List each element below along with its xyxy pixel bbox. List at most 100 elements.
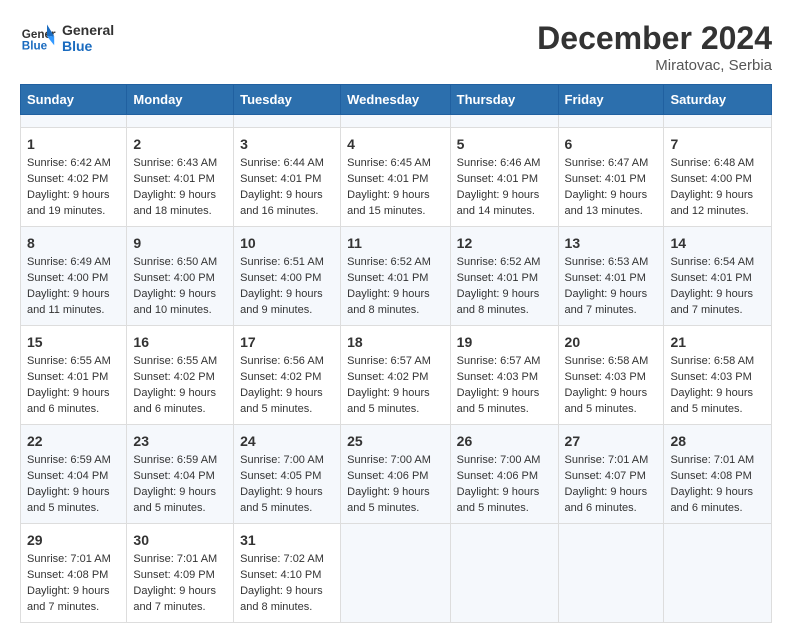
calendar-cell (450, 115, 558, 128)
day-number: 27 (565, 431, 658, 451)
day-info: Sunrise: 6:54 AM (670, 255, 765, 271)
day-info: Sunrise: 6:55 AM (133, 354, 227, 370)
day-info: Daylight: 9 hours and 6 minutes. (27, 386, 120, 418)
day-number: 19 (457, 332, 552, 352)
calendar-week-5: 29Sunrise: 7:01 AMSunset: 4:08 PMDayligh… (21, 524, 772, 623)
day-number: 21 (670, 332, 765, 352)
day-info: Daylight: 9 hours and 8 minutes. (240, 584, 334, 616)
day-info: Sunset: 4:00 PM (133, 271, 227, 287)
day-info: Daylight: 9 hours and 16 minutes. (240, 188, 334, 220)
day-info: Daylight: 9 hours and 7 minutes. (670, 287, 765, 319)
day-number: 7 (670, 134, 765, 154)
calendar-cell (341, 115, 451, 128)
day-info: Sunrise: 6:58 AM (670, 354, 765, 370)
day-info: Daylight: 9 hours and 18 minutes. (133, 188, 227, 220)
col-monday: Monday (127, 85, 234, 115)
calendar-cell: 9Sunrise: 6:50 AMSunset: 4:00 PMDaylight… (127, 227, 234, 326)
day-info: Daylight: 9 hours and 5 minutes. (565, 386, 658, 418)
calendar-cell: 13Sunrise: 6:53 AMSunset: 4:01 PMDayligh… (558, 227, 664, 326)
logo-blue: Blue (62, 38, 114, 54)
day-info: Sunset: 4:10 PM (240, 568, 334, 584)
day-info: Sunrise: 6:48 AM (670, 156, 765, 172)
day-info: Sunset: 4:00 PM (240, 271, 334, 287)
calendar-cell (664, 524, 772, 623)
day-info: Sunset: 4:03 PM (457, 370, 552, 386)
day-info: Daylight: 9 hours and 5 minutes. (457, 386, 552, 418)
day-number: 25 (347, 431, 444, 451)
day-info: Daylight: 9 hours and 14 minutes. (457, 188, 552, 220)
day-info: Sunrise: 6:43 AM (133, 156, 227, 172)
day-info: Daylight: 9 hours and 7 minutes. (27, 584, 120, 616)
day-info: Sunrise: 6:53 AM (565, 255, 658, 271)
title-block: December 2024 Miratovac, Serbia (537, 20, 772, 74)
day-info: Sunrise: 6:49 AM (27, 255, 120, 271)
day-info: Sunrise: 6:58 AM (565, 354, 658, 370)
calendar-cell: 15Sunrise: 6:55 AMSunset: 4:01 PMDayligh… (21, 326, 127, 425)
logo-general: General (62, 22, 114, 38)
calendar-cell: 8Sunrise: 6:49 AMSunset: 4:00 PMDaylight… (21, 227, 127, 326)
day-number: 9 (133, 233, 227, 253)
day-info: Daylight: 9 hours and 12 minutes. (670, 188, 765, 220)
day-info: Sunset: 4:01 PM (133, 172, 227, 188)
column-headers: Sunday Monday Tuesday Wednesday Thursday… (21, 85, 772, 115)
day-info: Sunset: 4:03 PM (670, 370, 765, 386)
day-info: Sunset: 4:08 PM (27, 568, 120, 584)
calendar-cell (341, 524, 451, 623)
day-info: Sunrise: 6:46 AM (457, 156, 552, 172)
calendar-cell: 10 Sunrise: 6:51 AMSunset: 4:00 PMDayligh… (234, 227, 341, 326)
calendar-week-4: 22Sunrise: 6:59 AMSunset: 4:04 PMDayligh… (21, 425, 772, 524)
day-number: 29 (27, 530, 120, 550)
day-info: Daylight: 9 hours and 5 minutes. (670, 386, 765, 418)
day-info: Sunrise: 6:45 AM (347, 156, 444, 172)
day-info: Sunrise: 6:44 AM (240, 156, 334, 172)
day-info: Sunrise: 7:01 AM (670, 453, 765, 469)
day-info: Sunset: 4:06 PM (347, 469, 444, 485)
calendar-week-0 (21, 115, 772, 128)
day-info: Daylight: 9 hours and 8 minutes. (347, 287, 444, 319)
calendar-cell: 20Sunrise: 6:58 AMSunset: 4:03 PMDayligh… (558, 326, 664, 425)
calendar-cell: 18Sunrise: 6:57 AMSunset: 4:02 PMDayligh… (341, 326, 451, 425)
day-info: Sunset: 4:02 PM (133, 370, 227, 386)
day-number: 28 (670, 431, 765, 451)
calendar-cell (234, 115, 341, 128)
day-info: Sunrise: 7:02 AM (240, 552, 334, 568)
day-info: Daylight: 9 hours and 15 minutes. (347, 188, 444, 220)
day-info: Sunrise: 6:57 AM (457, 354, 552, 370)
day-info: Sunrise: 7:01 AM (133, 552, 227, 568)
day-info: Sunset: 4:01 PM (240, 172, 334, 188)
day-info: Sunset: 4:08 PM (670, 469, 765, 485)
calendar-cell: 11Sunrise: 6:52 AMSunset: 4:01 PMDayligh… (341, 227, 451, 326)
day-number: 24 (240, 431, 334, 451)
page-header: General Blue General Blue December 2024 … (20, 20, 772, 74)
svg-text:Blue: Blue (22, 40, 48, 53)
calendar-cell: 16Sunrise: 6:55 AMSunset: 4:02 PMDayligh… (127, 326, 234, 425)
day-number: 10 (240, 233, 334, 253)
day-info: Sunset: 4:06 PM (457, 469, 552, 485)
calendar-cell: 17Sunrise: 6:56 AMSunset: 4:02 PMDayligh… (234, 326, 341, 425)
day-info: Daylight: 9 hours and 8 minutes. (457, 287, 552, 319)
day-info: Sunrise: 7:00 AM (457, 453, 552, 469)
calendar-week-2: 8Sunrise: 6:49 AMSunset: 4:00 PMDaylight… (21, 227, 772, 326)
day-number: 8 (27, 233, 120, 253)
day-info: Daylight: 9 hours and 5 minutes. (240, 485, 334, 517)
day-info: Sunrise: 6:51 AM (240, 255, 334, 271)
calendar-cell: 5Sunrise: 6:46 AMSunset: 4:01 PMDaylight… (450, 128, 558, 227)
day-info: Sunset: 4:01 PM (347, 271, 444, 287)
calendar-cell: 2 Sunrise: 6:43 AMSunset: 4:01 PMDaylight… (127, 128, 234, 227)
day-info: Sunrise: 6:57 AM (347, 354, 444, 370)
calendar-cell: 27Sunrise: 7:01 AMSunset: 4:07 PMDayligh… (558, 425, 664, 524)
day-info: Sunset: 4:01 PM (565, 172, 658, 188)
day-info: Sunrise: 6:55 AM (27, 354, 120, 370)
location: Miratovac, Serbia (537, 57, 772, 74)
day-number: 6 (565, 134, 658, 154)
calendar-week-3: 15Sunrise: 6:55 AMSunset: 4:01 PMDayligh… (21, 326, 772, 425)
calendar-cell: 25Sunrise: 7:00 AMSunset: 4:06 PMDayligh… (341, 425, 451, 524)
day-info: Sunset: 4:07 PM (565, 469, 658, 485)
day-info: Daylight: 9 hours and 11 minutes. (27, 287, 120, 319)
day-info: Sunset: 4:00 PM (670, 172, 765, 188)
day-info: Daylight: 9 hours and 5 minutes. (27, 485, 120, 517)
day-number: 1 (27, 134, 120, 154)
day-info: Daylight: 9 hours and 9 minutes. (240, 287, 334, 319)
calendar-cell: 23Sunrise: 6:59 AMSunset: 4:04 PMDayligh… (127, 425, 234, 524)
day-number: 2 (133, 134, 227, 154)
